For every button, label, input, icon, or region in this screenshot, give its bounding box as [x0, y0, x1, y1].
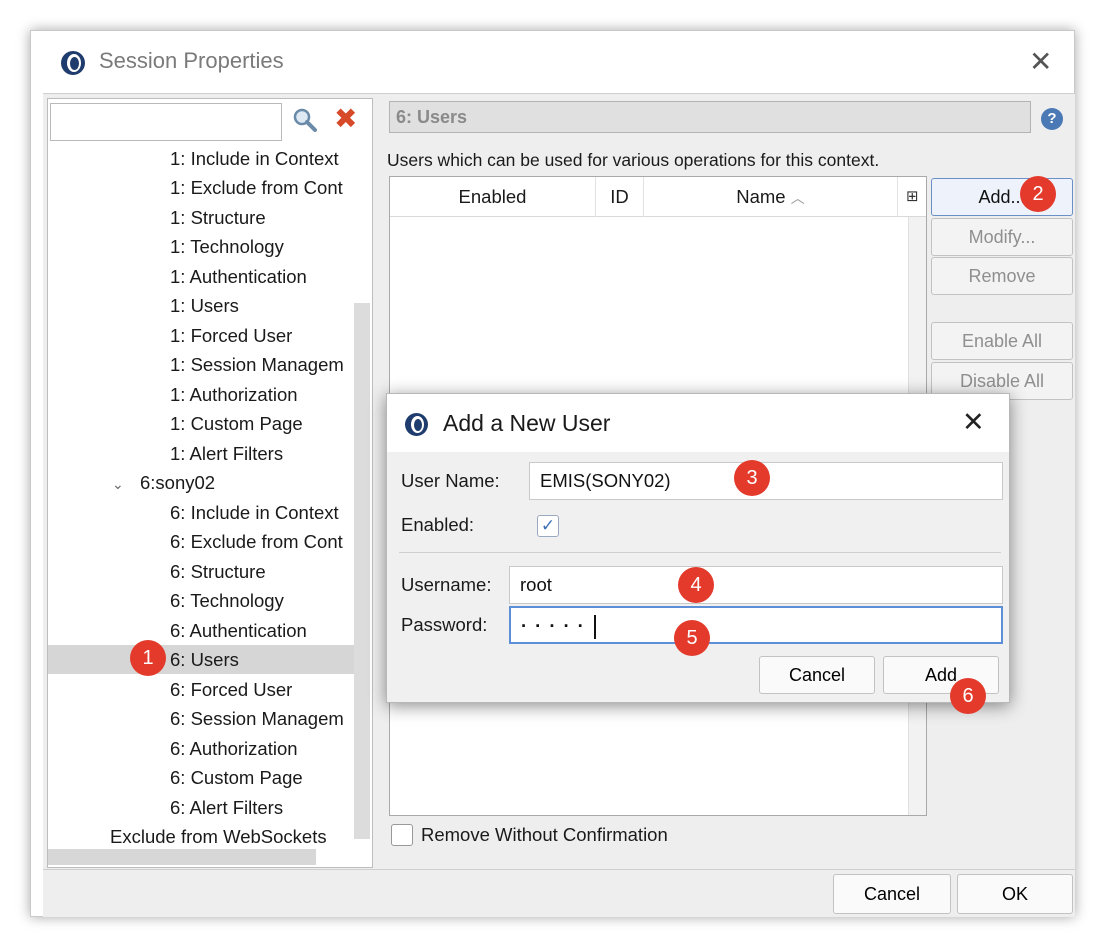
dialog-title: Add a New User	[443, 410, 611, 436]
password-field[interactable]: ·····	[509, 606, 1003, 644]
tree-item[interactable]: 1: Exclude from Cont	[170, 174, 343, 201]
add-user-dialog: Add a New User ✕ User Name: EMIS(SONY02)…	[386, 393, 1010, 703]
help-icon[interactable]: ?	[1041, 108, 1063, 130]
checkmark-icon: ✓	[540, 516, 556, 535]
ok-button[interactable]: OK	[957, 874, 1073, 914]
column-picker-icon[interactable]: ⊞	[906, 187, 919, 205]
user-name-label: User Name:	[401, 470, 500, 491]
window-titlebar: Session Properties ✕	[31, 31, 1074, 93]
tree-item[interactable]: 1: Technology	[170, 233, 284, 260]
tree-item[interactable]: 1: Authentication	[170, 263, 307, 290]
window-title: Session Properties	[99, 48, 284, 73]
modify-user-button[interactable]: Modify...	[931, 218, 1073, 256]
tree-item[interactable]: 1: Session Managem	[170, 351, 344, 378]
tree-search-input[interactable]	[50, 103, 282, 141]
tree-item[interactable]: 6: Custom Page	[170, 764, 303, 791]
enabled-checkbox[interactable]: ✓	[537, 515, 559, 537]
clear-x-icon[interactable]: ✖	[334, 102, 357, 135]
tree-item[interactable]: 6: Technology	[170, 587, 284, 614]
text-cursor	[593, 615, 596, 640]
tree-item-selected[interactable]: 6: Users	[170, 646, 239, 673]
divider	[399, 552, 1001, 553]
tree-item[interactable]: 1: Structure	[170, 204, 266, 231]
tree-item[interactable]: 6: Include in Context	[170, 499, 339, 526]
tree-horizontal-scrollbar[interactable]	[48, 849, 316, 865]
column-header-name[interactable]: Name ︿	[644, 177, 898, 217]
step-badge-5: 5	[674, 620, 710, 656]
password-dots: ·····	[521, 615, 592, 636]
enable-all-button[interactable]: Enable All	[931, 322, 1073, 360]
table-header: Enabled ID Name ︿ ⊞	[390, 177, 926, 217]
tree-expander[interactable]: ⌄	[112, 469, 124, 496]
column-header-id[interactable]: ID	[596, 177, 644, 217]
dialog-titlebar: Add a New User ✕	[387, 394, 1009, 452]
username-label: Username:	[401, 574, 492, 595]
step-badge-4: 4	[678, 567, 714, 603]
enabled-label: Enabled:	[401, 514, 475, 535]
tree-item[interactable]: Exclude from WebSockets	[110, 823, 327, 850]
tree-item[interactable]: 6: Exclude from Cont	[170, 528, 343, 555]
context-tree-panel: ✖ 1: Include in Context 1: Exclude from …	[47, 98, 373, 868]
tree-item[interactable]: 6: Authorization	[170, 735, 298, 762]
step-badge-6: 6	[950, 678, 986, 714]
column-header-name-label: Name	[736, 186, 786, 207]
password-label: Password:	[401, 614, 488, 635]
tree-item[interactable]: 1: Alert Filters	[170, 440, 283, 467]
sort-ascending-icon: ︿	[790, 190, 805, 206]
tree-item[interactable]: 1: Custom Page	[170, 410, 303, 437]
tree-item[interactable]: 1: Users	[170, 292, 239, 319]
search-icon[interactable]	[292, 107, 318, 140]
tree-item[interactable]: 1: Forced User	[170, 322, 292, 349]
remove-user-button[interactable]: Remove	[931, 257, 1073, 295]
step-badge-1: 1	[130, 640, 166, 676]
close-icon[interactable]: ✕	[1029, 45, 1052, 78]
window-footer: Cancel OK	[43, 869, 1075, 917]
app-logo-icon	[61, 51, 85, 75]
remove-without-confirmation-label: Remove Without Confirmation	[421, 824, 668, 845]
app-logo-icon	[405, 413, 428, 436]
step-badge-3: 3	[734, 460, 770, 496]
dialog-cancel-button[interactable]: Cancel	[759, 656, 875, 694]
tree-item[interactable]: 1: Authorization	[170, 381, 298, 408]
column-header-enabled[interactable]: Enabled	[390, 177, 596, 217]
tree-vertical-scrollbar[interactable]	[354, 303, 370, 839]
cancel-button[interactable]: Cancel	[833, 874, 951, 914]
tree-item[interactable]: 6: Structure	[170, 558, 266, 585]
panel-header: 6: Users	[389, 101, 1031, 133]
remove-without-confirmation-checkbox[interactable]	[391, 824, 413, 846]
username-field[interactable]: root	[509, 566, 1003, 604]
tree-item[interactable]: 6: Alert Filters	[170, 794, 283, 821]
tree-item[interactable]: 1: Include in Context	[170, 145, 339, 172]
chevron-down-icon[interactable]: ⌄	[112, 476, 124, 492]
close-icon[interactable]: ✕	[962, 407, 985, 438]
step-badge-2: 2	[1020, 176, 1056, 212]
tree-item[interactable]: 6: Forced User	[170, 676, 292, 703]
panel-description: Users which can be used for various oper…	[387, 150, 880, 170]
tree-item[interactable]: 6: Session Managem	[170, 705, 344, 732]
tree-item-context[interactable]: 6:sony02	[140, 469, 215, 496]
tree-item[interactable]: 6: Authentication	[170, 617, 307, 644]
